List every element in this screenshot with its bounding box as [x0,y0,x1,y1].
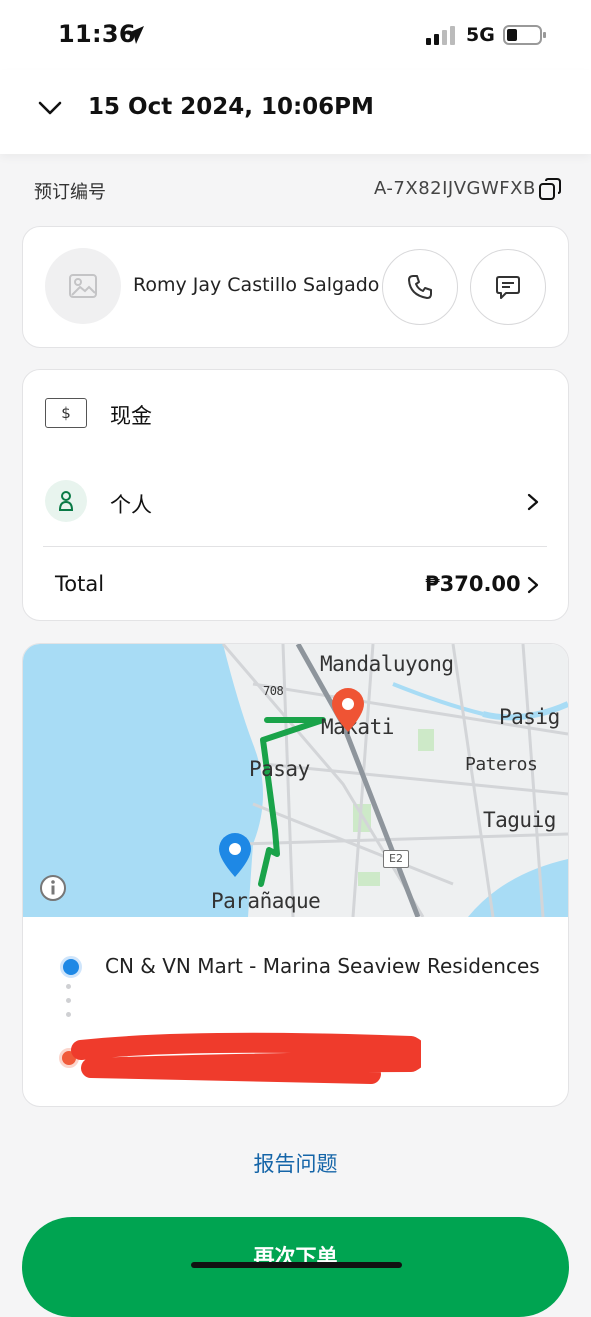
dropoff-pin-icon [332,688,364,732]
trip-card: Mandaluyong 708 Makati Pasig Pasay Pater… [22,643,569,1107]
route-dot [66,984,71,989]
map-label-pasig: Pasig [499,705,560,729]
profile-type-label[interactable]: 个人 [110,489,152,519]
signal-icon [426,26,455,45]
cash-icon: $ [45,398,87,428]
page-title: 15 Oct 2024, 10:06PM [88,94,374,120]
route-dot [66,1012,71,1017]
payment-method-label: 现金 [110,404,152,428]
chevron-right-icon[interactable] [525,492,541,512]
divider [43,546,547,547]
pickup-dot [60,956,82,978]
map-label-road-708: 708 [263,684,284,698]
report-issue-link[interactable]: 报告问题 [0,1148,591,1178]
map-label-paranaque: Parañaque [211,889,321,913]
call-driver-button[interactable] [382,249,458,325]
map-label-road-e2: E2 [383,850,409,868]
person-icon [45,480,87,522]
network-type: 5G [466,24,495,46]
driver-name: Romy Jay Castillo Salgado [133,274,380,296]
info-icon[interactable] [38,873,68,903]
map-label-mandaluyong: Mandaluyong [320,652,454,676]
pickup-pin-icon [219,833,251,877]
home-indicator [191,1262,402,1268]
battery-icon [503,25,546,45]
chevron-down-icon[interactable] [36,94,64,122]
total-value[interactable]: ₱370.00 [425,572,521,596]
route-dot [66,998,71,1003]
map-label-pateros: Pateros [465,754,538,775]
chevron-right-icon[interactable] [525,575,541,595]
booking-code-label: 预订编号 [34,182,106,203]
copy-icon[interactable] [537,176,563,202]
location-arrow-icon [126,26,144,44]
map-label-taguig: Taguig [483,808,556,832]
chat-icon [496,276,520,299]
image-placeholder-icon [69,274,97,298]
phone-icon [408,275,432,299]
route-map[interactable]: Mandaluyong 708 Makati Pasig Pasay Pater… [23,644,568,917]
map-label-pasay: Pasay [249,757,310,781]
pickup-address: CN & VN Mart - Marina Seaview Residences [105,954,540,978]
total-label: Total [55,572,105,596]
avatar [45,248,121,324]
message-driver-button[interactable] [470,249,546,325]
redacted-dropoff-scribble [71,1032,421,1084]
booking-code-value: A-7X82IJVGWFXB [374,178,536,199]
